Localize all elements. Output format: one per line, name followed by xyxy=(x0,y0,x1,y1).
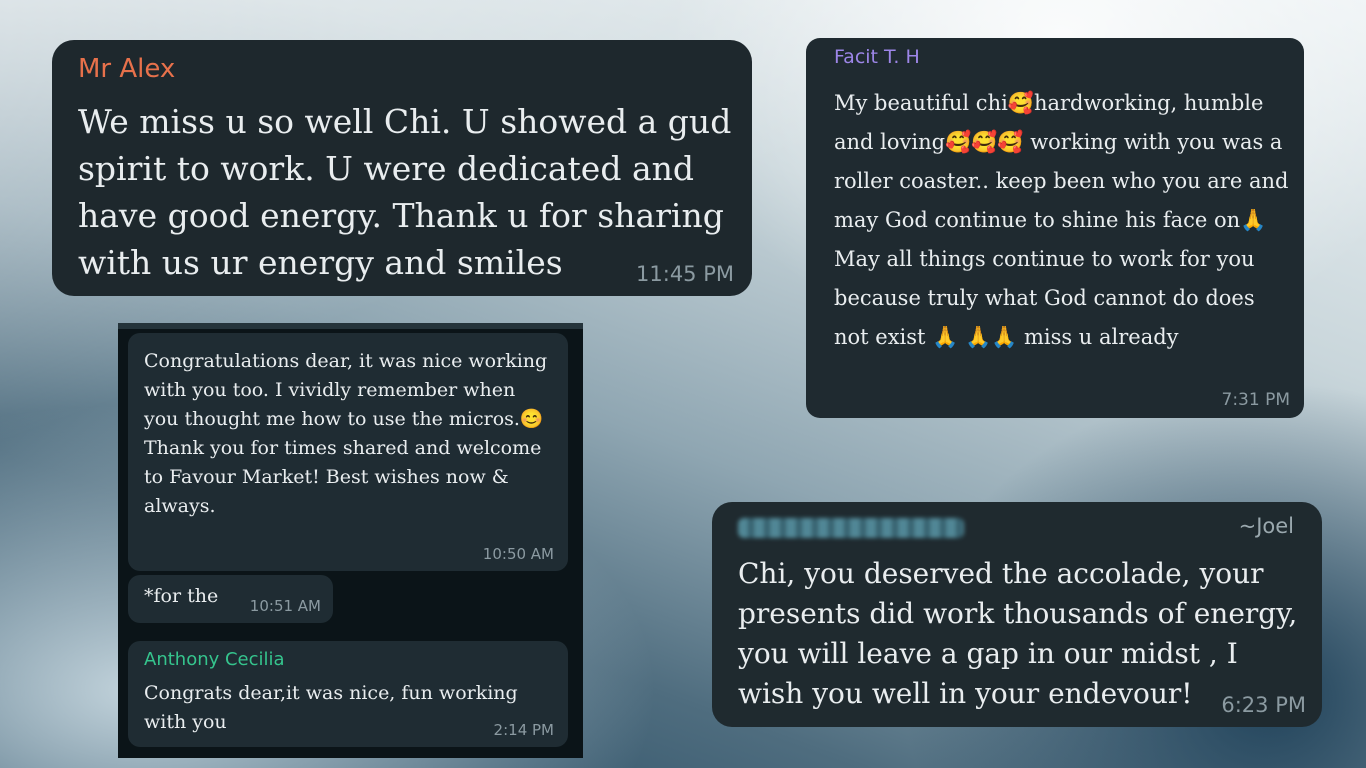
cropped-header-strip xyxy=(118,323,583,329)
chat-bubble: Congratulations dear, it was nice workin… xyxy=(128,333,568,571)
message-text: Congrats dear,it was nice, fun working w… xyxy=(144,682,518,733)
blurred-sender-name xyxy=(738,518,964,538)
sender-name: Facit T. H xyxy=(834,46,920,68)
message-text: Congratulations dear, it was nice workin… xyxy=(144,350,548,517)
message-timestamp: 2:14 PM xyxy=(493,721,554,739)
message-timestamp: 10:50 AM xyxy=(482,545,554,563)
message-card-facit: Facit T. H My beautiful chi🥰hardworking,… xyxy=(806,38,1304,418)
signature: ~Joel xyxy=(1238,514,1294,538)
message-card-mr-alex: Mr Alex We miss u so well Chi. U showed … xyxy=(52,40,752,296)
sender-name: Mr Alex xyxy=(78,54,176,84)
message-timestamp: 7:31 PM xyxy=(1221,390,1291,410)
message-text: We miss u so well Chi. U showed a gud sp… xyxy=(78,102,732,282)
sender-name: Anthony Cecilia xyxy=(144,649,285,670)
message-text: *for the xyxy=(144,585,219,607)
message-timestamp: 11:45 PM xyxy=(636,262,734,286)
chat-screenshot-panel: Congratulations dear, it was nice workin… xyxy=(118,323,583,758)
message-timestamp: 10:51 AM xyxy=(249,597,321,615)
message-timestamp: 6:23 PM xyxy=(1221,693,1306,717)
chat-bubble: Anthony Cecilia Congrats dear,it was nic… xyxy=(128,641,568,747)
chat-bubble: *for the 10:51 AM xyxy=(128,575,333,623)
message-text: My beautiful chi🥰hardworking, humble and… xyxy=(834,91,1289,349)
message-text: Chi, you deserved the accolade, your pre… xyxy=(738,557,1298,710)
message-card-joel: ~Joel Chi, you deserved the accolade, yo… xyxy=(712,502,1322,727)
